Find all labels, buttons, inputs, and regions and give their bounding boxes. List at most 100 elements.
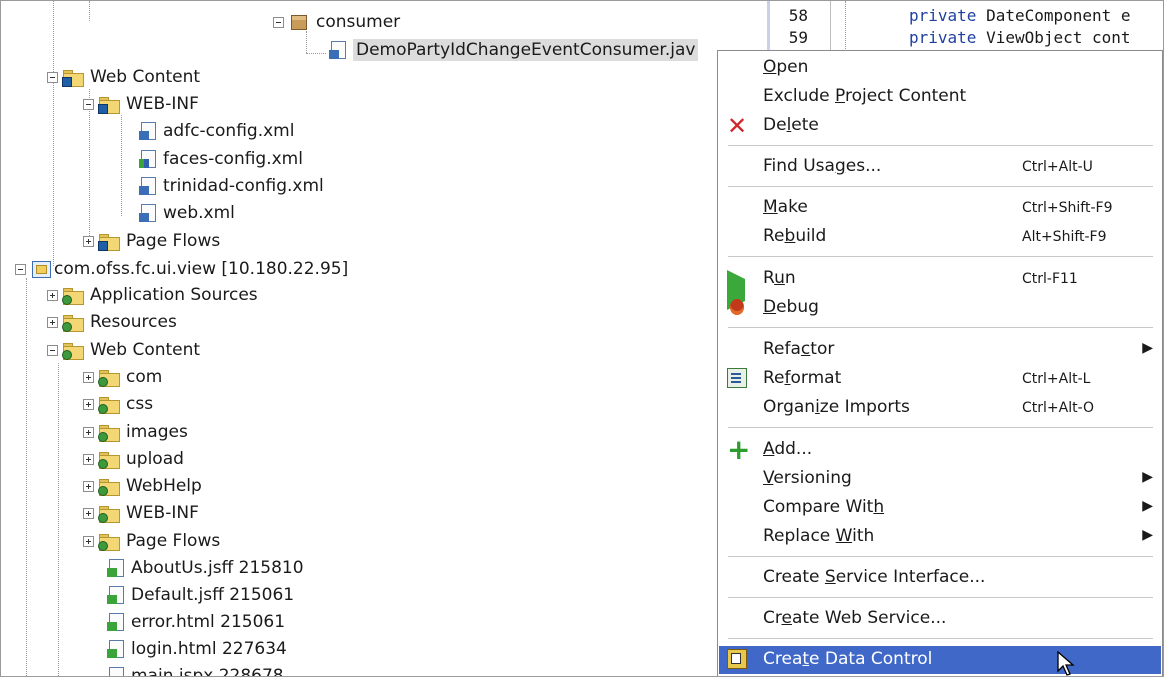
tree-item-label: consumer	[316, 12, 401, 32]
expand-toggle[interactable]	[47, 316, 58, 328]
collapse-toggle[interactable]	[83, 98, 94, 110]
expand-toggle[interactable]	[83, 507, 94, 519]
menu-shortcut: Ctrl+Alt-U	[1022, 159, 1093, 175]
tree-connector	[121, 115, 122, 216]
tree-item-web-content[interactable]: Web Content	[47, 64, 200, 90]
menu-item-create-data-control[interactable]: Create Data Control	[719, 646, 1161, 674]
expand-toggle[interactable]	[83, 235, 94, 247]
tree-item-label: Resources	[90, 312, 177, 332]
menu-item-exclude-project-content[interactable]: Exclude Project Content	[719, 83, 1161, 111]
code-keyword: private	[909, 6, 977, 25]
line-number: 58	[788, 6, 808, 25]
collapse-toggle[interactable]	[47, 344, 58, 356]
line-number-gutter: 58 59	[767, 1, 842, 51]
code-editor[interactable]: 58 59 private DateComponent e private Vi…	[761, 1, 1163, 51]
tree-item-label: Page Flows	[126, 531, 221, 551]
collapse-toggle[interactable]	[47, 71, 58, 83]
tree-item-main-jspx[interactable]: main.jspx 228678	[107, 663, 284, 676]
reformat-icon	[727, 368, 749, 390]
menu-item-label: Open	[763, 57, 809, 77]
expand-toggle[interactable]	[83, 426, 94, 438]
expand-toggle[interactable]	[83, 398, 94, 410]
menu-item-create-service-interface[interactable]: Create Service Interface...	[719, 564, 1161, 592]
tree-item-aboutus-jsff[interactable]: AboutUs.jsff 215810	[107, 555, 304, 581]
collapse-toggle[interactable]	[273, 16, 284, 28]
menu-separator	[728, 427, 1153, 428]
tree-item-page-flows[interactable]: Page Flows	[83, 228, 220, 254]
menu-item-label: Versioning	[763, 468, 852, 488]
menu-item-label: Reformat	[763, 368, 842, 388]
indent-guide	[845, 1, 846, 51]
menu-item-compare-with[interactable]: Compare With ▶	[719, 494, 1161, 522]
tree-item-webhelp[interactable]: WebHelp	[83, 473, 202, 499]
menu-item-reformat[interactable]: Reformat Ctrl+Alt-L	[719, 365, 1161, 393]
tree-item-consumer[interactable]: consumer	[273, 9, 400, 35]
tree-item-label: images	[126, 422, 188, 442]
menu-item-delete[interactable]: ✕ Delete	[719, 112, 1161, 140]
menu-shortcut: Alt+Shift-F9	[1022, 229, 1107, 245]
menu-item-debug[interactable]: Debug	[719, 294, 1161, 322]
code-line: private ViewObject cont	[909, 28, 1131, 47]
expand-toggle[interactable]	[83, 371, 94, 383]
menu-item-replace-with[interactable]: Replace With ▶	[719, 523, 1161, 551]
menu-item-rebuild[interactable]: Rebuild Alt+Shift-F9	[719, 223, 1161, 251]
gutter-separator	[830, 1, 831, 51]
html-file-icon	[107, 639, 125, 659]
menu-item-run[interactable]: Run Ctrl-F11	[719, 265, 1161, 310]
tree-item-page-flows[interactable]: Page Flows	[83, 528, 220, 554]
code-text: ViewObject cont	[976, 28, 1131, 47]
data-control-icon	[727, 649, 749, 671]
menu-item-label: Run	[763, 268, 796, 288]
menu-item-create-web-service[interactable]: Create Web Service...	[719, 605, 1161, 633]
tree-item-login-html[interactable]: login.html 227634	[107, 636, 287, 662]
menu-shortcut: Ctrl+Shift-F9	[1022, 200, 1113, 216]
tree-item-label: WEB-INF	[126, 503, 199, 523]
menu-item-refactor[interactable]: Refactor ▶	[719, 336, 1161, 364]
tree-item-trinidad-config[interactable]: trinidad-config.xml	[139, 173, 324, 199]
tree-item-resources[interactable]: Resources	[47, 309, 177, 335]
tree-item-demo-consumer-java[interactable]: DemoPartyIdChangeEventConsumer.jav	[329, 37, 699, 63]
menu-item-find-usages[interactable]: Find Usages... Ctrl+Alt-U	[719, 153, 1161, 181]
tree-item-web-content[interactable]: Web Content	[47, 337, 200, 363]
menu-item-label: Replace With	[763, 526, 875, 546]
tree-connector	[306, 53, 326, 54]
submenu-arrow-icon: ▶	[1142, 469, 1153, 485]
jspx-file-icon	[107, 666, 125, 676]
expand-toggle[interactable]	[83, 480, 94, 492]
submenu-arrow-icon: ▶	[1142, 527, 1153, 543]
menu-item-open[interactable]: Open	[719, 54, 1161, 82]
menu-item-label: Refactor	[763, 339, 835, 359]
tree-item-com[interactable]: com	[83, 364, 162, 390]
collapse-toggle[interactable]	[15, 263, 26, 275]
menu-item-add[interactable]: + Add...	[719, 436, 1161, 464]
menu-item-make[interactable]: Make Ctrl+Shift-F9	[719, 194, 1161, 222]
tree-item-default-jsff[interactable]: Default.jsff 215061	[107, 582, 294, 608]
package-icon	[288, 13, 310, 31]
menu-separator	[728, 186, 1153, 187]
menu-item-versioning[interactable]: Versioning ▶	[719, 465, 1161, 493]
tree-item-adfc-config[interactable]: adfc-config.xml	[139, 118, 294, 144]
tree-item-faces-config[interactable]: faces-config.xml	[139, 146, 303, 172]
menu-separator	[728, 556, 1153, 557]
tree-item-web-inf[interactable]: WEB-INF	[83, 500, 199, 526]
expand-toggle[interactable]	[83, 535, 94, 547]
expand-toggle[interactable]	[83, 453, 94, 465]
code-keyword: private	[909, 28, 977, 47]
tree-item-application-sources[interactable]: Application Sources	[47, 282, 258, 308]
tree-item-css[interactable]: css	[83, 391, 153, 417]
folder-icon	[98, 533, 120, 551]
tree-item-upload[interactable]: upload	[83, 446, 184, 472]
menu-item-label: Rebuild	[763, 226, 827, 246]
tree-connector	[58, 363, 59, 676]
tree-item-error-html[interactable]: error.html 215061	[107, 609, 285, 635]
menu-item-organize-imports[interactable]: Organize Imports Ctrl+Alt-O	[719, 394, 1161, 422]
tree-item-project[interactable]: com.ofss.fc.ui.view [10.180.22.95]	[15, 256, 348, 282]
tree-item-web-inf[interactable]: WEB-INF	[83, 91, 199, 117]
delete-icon: ✕	[727, 112, 748, 140]
tree-item-label: faces-config.xml	[163, 149, 303, 169]
tree-item-images[interactable]: images	[83, 419, 188, 445]
ide-window: consumer DemoPartyIdChangeEventConsumer.…	[0, 0, 1164, 677]
expand-toggle[interactable]	[47, 289, 58, 301]
tree-item-web-xml[interactable]: web.xml	[139, 200, 235, 226]
mouse-cursor-icon	[1057, 651, 1075, 676]
